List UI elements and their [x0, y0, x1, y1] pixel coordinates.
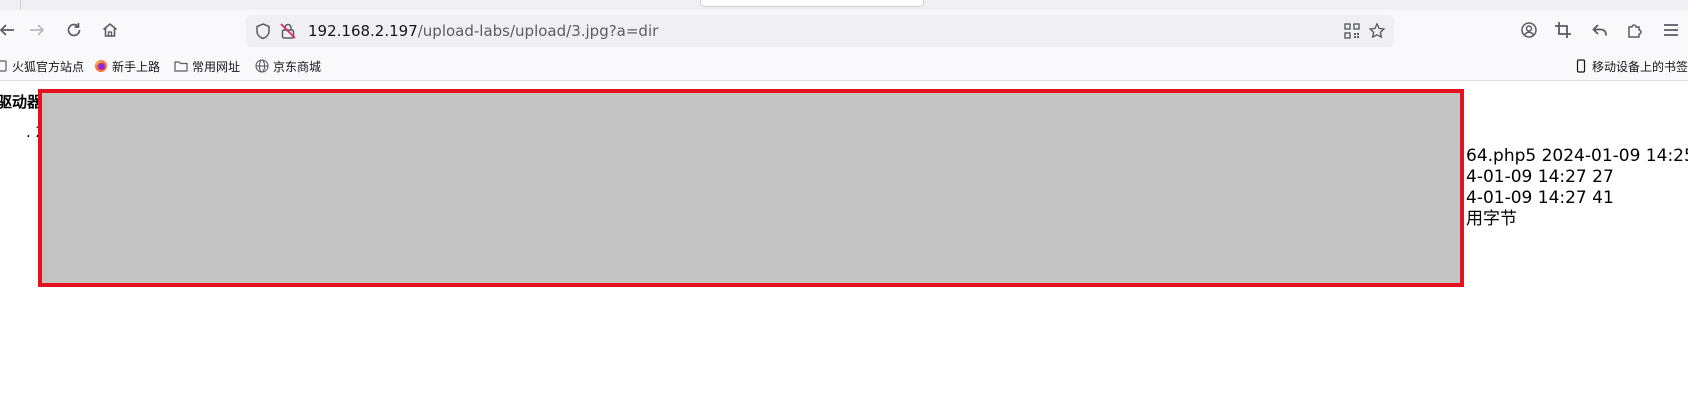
bookmark-label: 新手上路 [112, 59, 161, 74]
qr-code-icon[interactable] [1343, 22, 1361, 40]
file-listing-line: 4-01-09 14:27 41 [1466, 188, 1614, 208]
reload-button[interactable] [59, 15, 89, 45]
bookmark-getting-started[interactable]: 新手上路 [94, 56, 160, 76]
account-button[interactable] [1514, 15, 1544, 45]
url-path: /upload-labs/upload/3.jpg?a=dir [417, 22, 659, 40]
mobile-bookmarks[interactable]: 移动设备上的书签 [1574, 56, 1688, 76]
redaction-box [38, 89, 1464, 287]
hamburger-menu-icon [1664, 24, 1678, 36]
undo-icon [1592, 24, 1607, 36]
crop-icon [1555, 22, 1571, 38]
url-text[interactable]: 192.168.2.197/upload-labs/upload/3.jpg?a… [308, 22, 658, 40]
extensions-button[interactable] [1620, 15, 1650, 45]
account-icon [1521, 22, 1537, 38]
bookmark-folder-common[interactable]: 常用网址 [174, 56, 240, 76]
home-button[interactable] [95, 15, 125, 45]
page-heading-fragment: 驱动器 [0, 93, 43, 111]
tab-divider [20, 0, 21, 10]
mobile-device-icon [1576, 59, 1586, 73]
menu-button[interactable] [1656, 15, 1686, 45]
url-host: 192.168.2.197 [308, 22, 418, 40]
file-listing-line: 4-01-09 14:27 27 [1466, 167, 1614, 187]
forward-button[interactable] [22, 15, 52, 45]
mobile-bookmarks-label: 移动设备上的书签 [1592, 59, 1688, 74]
bookmark-label: 火狐官方站点 [12, 59, 85, 74]
active-tab[interactable] [700, 0, 924, 7]
back-button[interactable] [0, 15, 22, 45]
insecure-lock-icon[interactable] [279, 22, 297, 40]
page-icon [0, 60, 7, 72]
page-content: 驱动器 . 2 64.php5 2024-01-09 14:25 4-01-09… [0, 81, 1688, 403]
tab-strip [0, 0, 1688, 10]
back-arrow-icon [0, 24, 14, 36]
puzzle-icon [1628, 24, 1642, 38]
firefox-logo-icon [95, 60, 107, 72]
screenshot-button[interactable] [1548, 15, 1578, 45]
bookmark-label: 京东商城 [273, 59, 322, 74]
free-space-line: 用字节 [1466, 209, 1517, 229]
bookmark-jd[interactable]: 京东商城 [255, 56, 321, 76]
forward-arrow-icon [30, 24, 45, 36]
bookmark-star-icon[interactable] [1368, 22, 1386, 40]
file-listing-line: 64.php5 2024-01-09 14:25 [1466, 146, 1688, 166]
bookmark-firefox-site[interactable]: 火狐官方站点 [0, 56, 84, 76]
undo-button[interactable] [1585, 15, 1615, 45]
folder-icon [174, 61, 188, 72]
home-icon [102, 22, 118, 37]
bookmarks-toolbar: 火狐官方站点 新手上路 常用网址 京东商城 移动设备上的书签 [0, 52, 1688, 81]
shield-icon[interactable] [254, 22, 272, 40]
url-bar[interactable]: 192.168.2.197/upload-labs/upload/3.jpg?a… [246, 15, 1394, 47]
navigation-toolbar: 192.168.2.197/upload-labs/upload/3.jpg?a… [0, 10, 1688, 52]
bookmark-label: 常用网址 [192, 59, 241, 74]
globe-icon [255, 59, 269, 73]
reload-icon [67, 23, 81, 37]
